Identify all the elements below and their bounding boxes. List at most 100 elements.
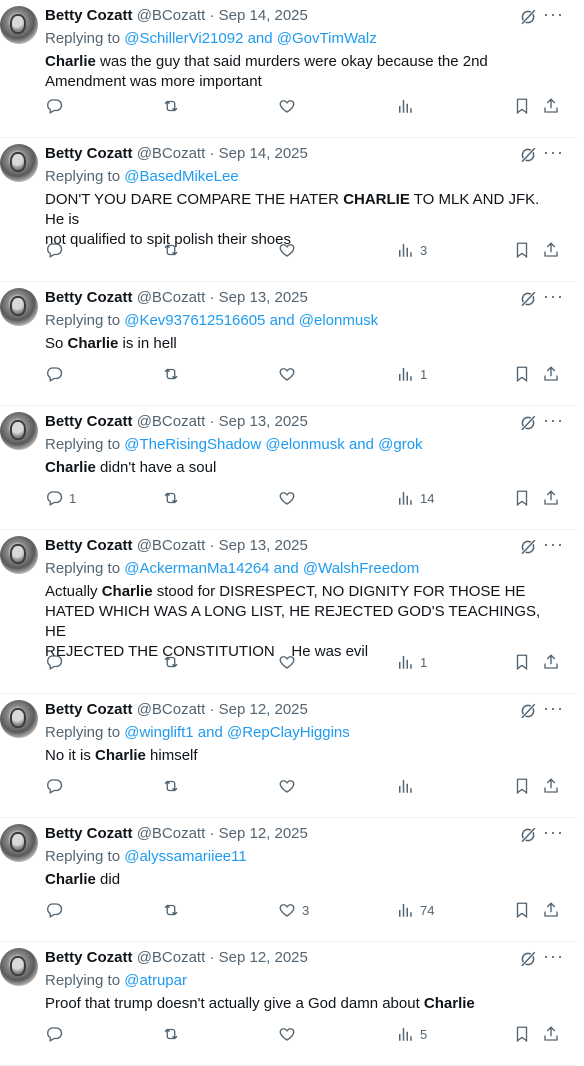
retweet-button[interactable]	[162, 652, 180, 672]
author-name[interactable]: Betty Cozatt	[45, 949, 133, 966]
more-icon[interactable]: ···	[543, 946, 564, 967]
author-handle[interactable]: @BCozatt	[137, 145, 206, 162]
bookmark-button[interactable]	[513, 776, 531, 796]
retweet-button[interactable]	[162, 240, 180, 260]
grok-icon[interactable]	[519, 8, 537, 26]
tweet-date[interactable]: Sep 12, 2025	[219, 701, 308, 718]
author-handle[interactable]: @BCozatt	[137, 949, 206, 966]
tweet-date[interactable]: Sep 13, 2025	[219, 413, 308, 430]
share-button[interactable]	[542, 1024, 560, 1044]
author-name[interactable]: Betty Cozatt	[45, 701, 133, 718]
reply-button[interactable]	[45, 900, 63, 920]
avatar[interactable]	[0, 288, 38, 326]
bookmark-button[interactable]	[513, 240, 531, 260]
share-button[interactable]	[542, 652, 560, 672]
more-icon[interactable]: ···	[543, 410, 564, 431]
views-button[interactable]: 14	[396, 488, 434, 508]
more-icon[interactable]: ···	[543, 142, 564, 163]
replying-to-users[interactable]: @BasedMikeLee	[124, 168, 238, 185]
bookmark-button[interactable]	[513, 1024, 531, 1044]
grok-icon[interactable]	[519, 702, 537, 720]
tweet[interactable]: Betty Cozatt @BCozatt · Sep 13, 2025 ··· R…	[0, 406, 578, 530]
more-icon[interactable]: ···	[543, 4, 564, 25]
grok-icon[interactable]	[519, 290, 537, 308]
replying-to-users[interactable]: @TheRisingShadow @elonmusk and @grok	[124, 436, 422, 453]
avatar[interactable]	[0, 536, 38, 574]
tweet-date[interactable]: Sep 12, 2025	[219, 825, 308, 842]
replying-to-users[interactable]: @alyssamariiee11	[124, 848, 247, 865]
tweet[interactable]: Betty Cozatt @BCozatt · Sep 13, 2025 ··· R…	[0, 282, 578, 406]
views-button[interactable]: 1	[396, 364, 427, 384]
tweet-date[interactable]: Sep 13, 2025	[219, 537, 308, 554]
reply-button[interactable]	[45, 96, 63, 116]
more-icon[interactable]: ···	[543, 534, 564, 555]
views-button[interactable]	[396, 776, 414, 796]
bookmark-button[interactable]	[513, 364, 531, 384]
views-button[interactable]: 3	[396, 240, 427, 260]
retweet-button[interactable]	[162, 776, 180, 796]
share-button[interactable]	[542, 900, 560, 920]
bookmark-button[interactable]	[513, 488, 531, 508]
reply-button[interactable]	[45, 652, 63, 672]
retweet-button[interactable]	[162, 1024, 180, 1044]
reply-button[interactable]	[45, 240, 63, 260]
tweet[interactable]: Betty Cozatt @BCozatt · Sep 14, 2025 ··· R…	[0, 0, 578, 138]
replying-to-users[interactable]: @atrupar	[124, 972, 187, 989]
tweet[interactable]: Betty Cozatt @BCozatt · Sep 12, 2025 ··· R…	[0, 694, 578, 818]
views-button[interactable]: 1	[396, 652, 427, 672]
reply-button[interactable]	[45, 776, 63, 796]
replying-to-users[interactable]: @SchillerVi21092 and @GovTimWalz	[124, 30, 377, 47]
avatar[interactable]	[0, 824, 38, 862]
more-icon[interactable]: ···	[543, 286, 564, 307]
views-button[interactable]: 5	[396, 1024, 427, 1044]
like-button[interactable]: 3	[278, 900, 309, 920]
more-icon[interactable]: ···	[543, 698, 564, 719]
author-name[interactable]: Betty Cozatt	[45, 825, 133, 842]
author-handle[interactable]: @BCozatt	[137, 7, 206, 24]
avatar[interactable]	[0, 144, 38, 182]
author-name[interactable]: Betty Cozatt	[45, 145, 133, 162]
author-name[interactable]: Betty Cozatt	[45, 289, 133, 306]
more-icon[interactable]: ···	[543, 822, 564, 843]
like-button[interactable]	[278, 652, 296, 672]
avatar[interactable]	[0, 948, 38, 986]
grok-icon[interactable]	[519, 950, 537, 968]
retweet-button[interactable]	[162, 364, 180, 384]
replying-to-users[interactable]: @winglift1 and @RepClayHiggins	[124, 724, 350, 741]
bookmark-button[interactable]	[513, 900, 531, 920]
avatar[interactable]	[0, 412, 38, 450]
reply-button[interactable]	[45, 1024, 63, 1044]
replying-to-users[interactable]: @AckermanMa14264 and @WalshFreedom	[124, 560, 419, 577]
tweet[interactable]: Betty Cozatt @BCozatt · Sep 12, 2025 ··· R…	[0, 818, 578, 942]
share-button[interactable]	[542, 488, 560, 508]
tweet-date[interactable]: Sep 14, 2025	[219, 145, 308, 162]
author-handle[interactable]: @BCozatt	[137, 701, 206, 718]
reply-button[interactable]: 1	[45, 488, 76, 508]
reply-button[interactable]	[45, 364, 63, 384]
share-button[interactable]	[542, 240, 560, 260]
like-button[interactable]	[278, 364, 296, 384]
like-button[interactable]	[278, 240, 296, 260]
grok-icon[interactable]	[519, 826, 537, 844]
author-handle[interactable]: @BCozatt	[137, 537, 206, 554]
views-button[interactable]: 74	[396, 900, 434, 920]
grok-icon[interactable]	[519, 538, 537, 556]
like-button[interactable]	[278, 96, 296, 116]
bookmark-button[interactable]	[513, 652, 531, 672]
bookmark-button[interactable]	[513, 96, 531, 116]
retweet-button[interactable]	[162, 96, 180, 116]
author-name[interactable]: Betty Cozatt	[45, 7, 133, 24]
tweet[interactable]: Betty Cozatt @BCozatt · Sep 14, 2025 ··· R…	[0, 138, 578, 282]
like-button[interactable]	[278, 776, 296, 796]
tweet-date[interactable]: Sep 14, 2025	[219, 7, 308, 24]
author-name[interactable]: Betty Cozatt	[45, 537, 133, 554]
avatar[interactable]	[0, 6, 38, 44]
author-name[interactable]: Betty Cozatt	[45, 413, 133, 430]
retweet-button[interactable]	[162, 488, 180, 508]
author-handle[interactable]: @BCozatt	[137, 825, 206, 842]
tweet-date[interactable]: Sep 12, 2025	[219, 949, 308, 966]
grok-icon[interactable]	[519, 414, 537, 432]
avatar[interactable]	[0, 700, 38, 738]
like-button[interactable]	[278, 1024, 296, 1044]
tweet-date[interactable]: Sep 13, 2025	[219, 289, 308, 306]
